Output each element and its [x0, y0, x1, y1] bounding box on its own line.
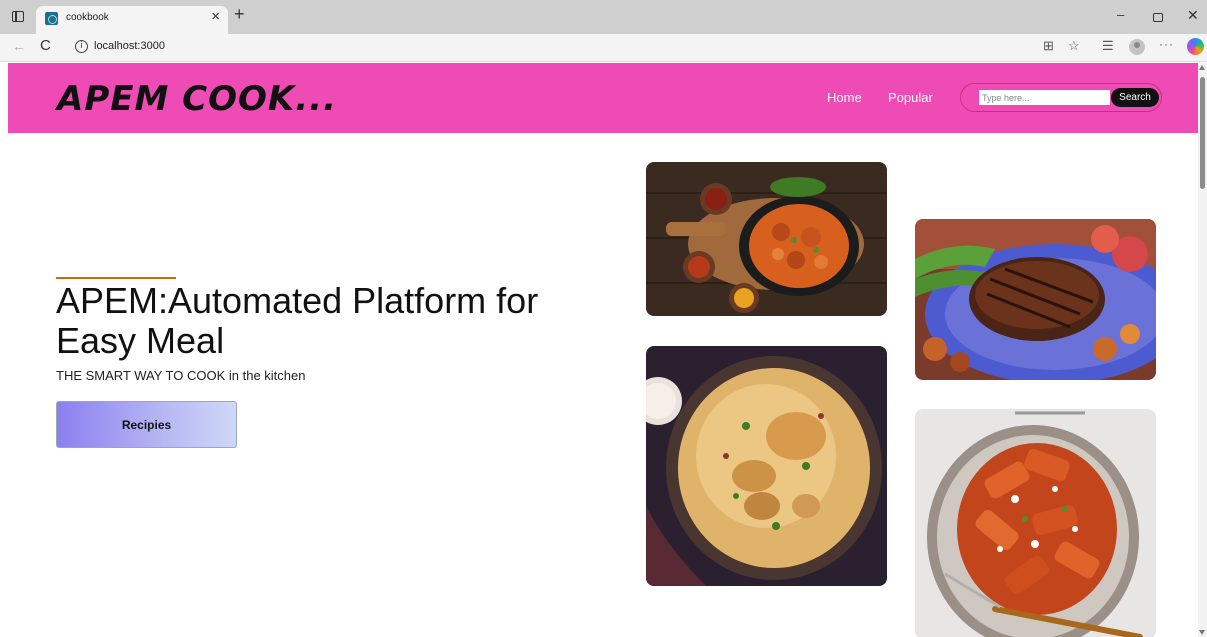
penne-pasta-image: [915, 409, 1156, 637]
site-header: APEM COOK... Home Popular Search: [8, 63, 1198, 133]
minimize-icon[interactable]: –: [1117, 8, 1124, 21]
profile-icon[interactable]: [1129, 39, 1145, 55]
more-icon[interactable]: ···: [1159, 38, 1174, 50]
scroll-thumb[interactable]: [1200, 77, 1205, 189]
split-screen-icon[interactable]: ⊞: [1043, 39, 1054, 52]
reload-icon[interactable]: C: [40, 37, 51, 54]
tab-title: cookbook: [66, 12, 109, 23]
collections-icon[interactable]: ☰: [1102, 39, 1114, 52]
butter-chicken-image: [646, 162, 887, 316]
scroll-down-icon[interactable]: [1199, 630, 1205, 635]
hero-subtitle: THE SMART WAY TO COOK in the kitchen: [56, 368, 306, 383]
hero-title: APEM:Automated Platform for Easy Meal: [56, 280, 539, 361]
search-input[interactable]: [979, 90, 1110, 105]
address-bar: ← C i localhost:3000 ⊞ ☆ ☰ ···: [0, 34, 1207, 62]
chicken-biryani-image: [646, 346, 887, 586]
url-text[interactable]: localhost:3000: [94, 40, 165, 52]
new-tab-icon[interactable]: +: [234, 5, 245, 23]
maximize-icon[interactable]: [1153, 13, 1163, 22]
site-logo[interactable]: APEM COOK...: [57, 79, 337, 119]
react-favicon-icon: [45, 12, 58, 25]
close-window-icon[interactable]: ✕: [1187, 8, 1199, 22]
nav-popular-link[interactable]: Popular: [888, 90, 933, 105]
page-viewport: APEM COOK... Home Popular Search APEM:Au…: [8, 63, 1198, 637]
scroll-up-icon[interactable]: [1199, 65, 1205, 70]
tab-actions-icon[interactable]: [12, 11, 24, 22]
browser-tab-bar: cookbook × + – ✕: [0, 0, 1207, 34]
url-field[interactable]: i localhost:3000: [67, 36, 1167, 58]
copilot-icon[interactable]: [1187, 38, 1204, 55]
favorites-star-icon[interactable]: ☆: [1068, 39, 1080, 52]
grilled-steak-image: [915, 219, 1156, 380]
browser-tab[interactable]: cookbook ×: [36, 6, 228, 34]
page-scrollbar[interactable]: [1198, 63, 1207, 637]
back-icon[interactable]: ←: [12, 38, 26, 54]
nav-home-link[interactable]: Home: [827, 90, 862, 105]
site-info-icon[interactable]: i: [75, 40, 88, 53]
hero-accent-line: [56, 277, 176, 279]
tab-close-icon[interactable]: ×: [211, 9, 220, 24]
recipes-button[interactable]: Recipies: [56, 401, 237, 448]
search-button[interactable]: Search: [1111, 88, 1159, 107]
search-form: Search: [960, 83, 1162, 112]
